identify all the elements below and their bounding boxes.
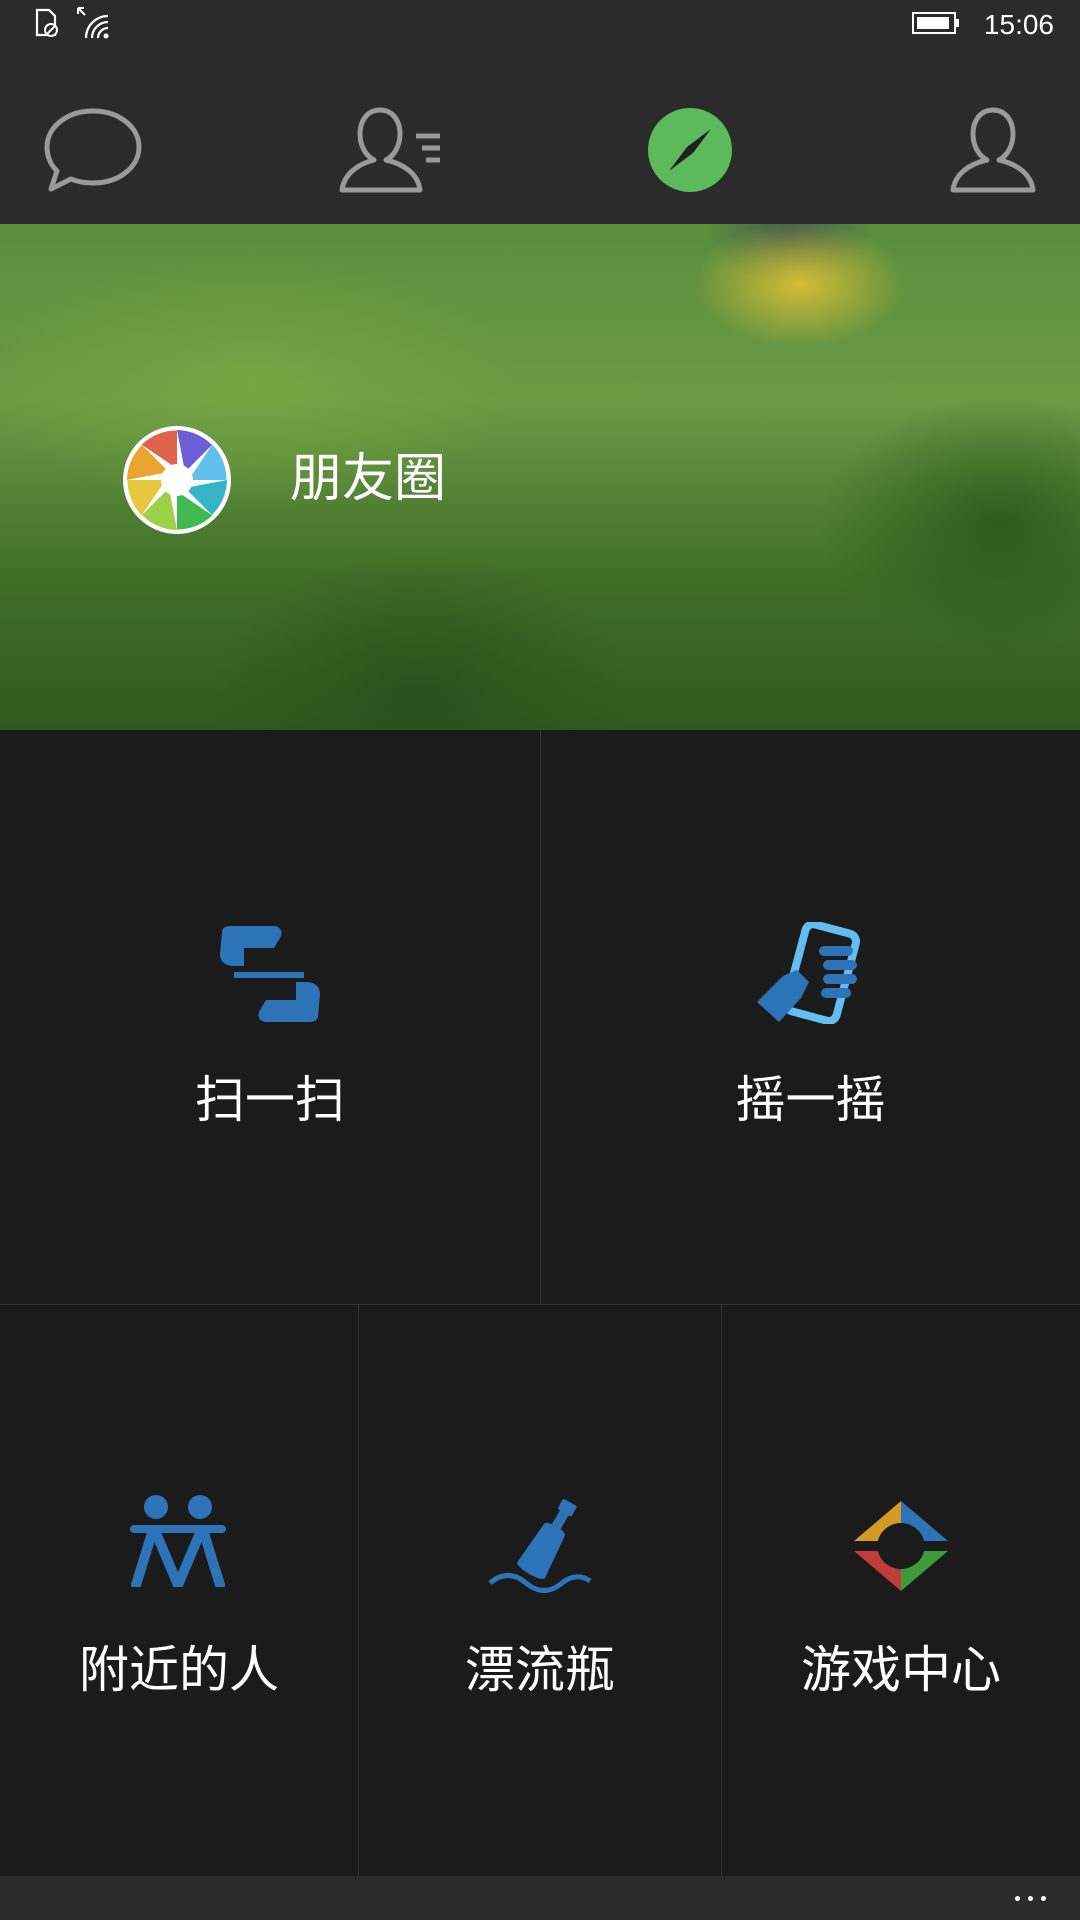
divider bbox=[358, 1305, 359, 1876]
nearby-tile[interactable]: 附近的人 bbox=[0, 1305, 358, 1876]
game-center-tile[interactable]: 游戏中心 bbox=[722, 1305, 1080, 1876]
drift-bottle-label: 漂流瓶 bbox=[465, 1641, 615, 1699]
scan-tile[interactable]: 扫一扫 bbox=[0, 730, 540, 1304]
person-icon bbox=[948, 106, 1038, 198]
moments-banner[interactable]: 朋友圈 bbox=[0, 224, 1080, 730]
divider bbox=[721, 1305, 722, 1876]
chat-bubble-icon bbox=[43, 107, 143, 197]
divider bbox=[540, 730, 541, 1304]
compass-icon bbox=[647, 107, 733, 197]
contacts-icon bbox=[338, 106, 442, 198]
shake-icon bbox=[753, 922, 869, 1024]
drift-bottle-tile[interactable]: 漂流瓶 bbox=[359, 1305, 721, 1876]
moments-label: 朋友圈 bbox=[290, 449, 447, 509]
shake-tile[interactable]: 摇一摇 bbox=[541, 730, 1080, 1304]
tab-chats[interactable] bbox=[38, 100, 148, 204]
scan-icon bbox=[214, 926, 326, 1022]
moments-aperture-icon bbox=[122, 425, 232, 535]
tab-me[interactable] bbox=[938, 100, 1048, 204]
game-center-icon bbox=[852, 1499, 950, 1593]
nearby-label: 附近的人 bbox=[79, 1641, 279, 1699]
nearby-people-icon bbox=[128, 1495, 228, 1587]
divider bbox=[0, 1304, 1080, 1305]
tab-contacts[interactable] bbox=[335, 100, 445, 204]
battery-icon bbox=[911, 11, 960, 39]
scan-label: 扫一扫 bbox=[195, 1071, 345, 1129]
top-navigation bbox=[0, 50, 1080, 224]
game-center-label: 游戏中心 bbox=[801, 1641, 1001, 1699]
app-bar bbox=[0, 1876, 1080, 1920]
shake-label: 摇一摇 bbox=[735, 1071, 886, 1129]
drift-bottle-icon bbox=[488, 1495, 592, 1593]
tab-discover[interactable] bbox=[635, 100, 745, 204]
wifi-icon bbox=[76, 6, 110, 44]
more-dots-icon[interactable] bbox=[1015, 1876, 1046, 1920]
discover-screen: 15:06 朋友圈 扫一扫 摇一摇 附近的人 漂流瓶 游戏中心 bbox=[0, 0, 1080, 1920]
status-time: 15:06 bbox=[983, 9, 1054, 40]
status-bar: 15:06 bbox=[0, 0, 1080, 50]
sim-block-icon bbox=[34, 8, 62, 42]
